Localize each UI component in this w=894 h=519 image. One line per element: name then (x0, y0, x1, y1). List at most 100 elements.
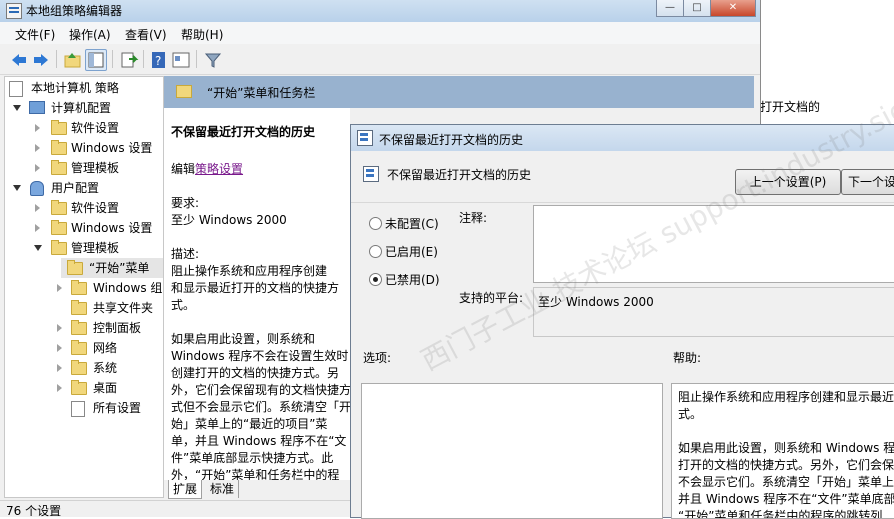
description-line: 外，“开始”菜单和任务栏中的程 (171, 468, 340, 480)
back-icon[interactable] (8, 49, 30, 71)
collapsed-arrow-icon[interactable] (57, 384, 62, 392)
previous-setting-button[interactable]: 上一个设置(P) (735, 169, 841, 195)
collapsed-arrow-icon[interactable] (35, 124, 40, 132)
toolbar-separator (143, 50, 144, 68)
title-bar: 本地组策略编辑器 — □ ✕ (0, 0, 760, 22)
radio-circle[interactable] (369, 273, 382, 286)
help-line: “开始”菜单和任务栏中的程序的跳转列 (678, 509, 883, 519)
filter-icon[interactable] (202, 49, 224, 71)
platform-field: 至少 Windows 2000 (533, 287, 894, 337)
collapsed-arrow-icon[interactable] (35, 164, 40, 172)
tree-label: 计算机配置 (51, 101, 112, 115)
platform-value: 至少 Windows 2000 (538, 295, 654, 309)
view-tabs: 扩展 标准 (164, 480, 354, 500)
edit-policy-line: 编辑策略设置 (171, 160, 243, 177)
tree-item-start-menu[interactable]: “开始”菜单 (61, 258, 163, 278)
description-line: 式但不会显示它们。系统清空「开 (171, 400, 350, 414)
help-pane[interactable]: 阻止操作系统和应用程序创建和显示最近 式。如果启用此设置，则系统和 Windows… (671, 383, 894, 519)
help-line: 式。 (678, 407, 703, 421)
tree-label: 管理模板 (71, 241, 120, 255)
description-line: 式。 (171, 298, 196, 312)
help-line: 阻止操作系统和应用程序创建和显示最近 (678, 390, 894, 404)
help-icon[interactable]: ? (148, 49, 170, 71)
dialog-window-title: 不保留最近打开文档的历史 (379, 133, 524, 147)
expanded-arrow-icon[interactable] (34, 245, 42, 251)
radio-circle[interactable] (369, 217, 382, 230)
comment-textarea[interactable] (533, 205, 894, 283)
tree-label: 管理模板 (71, 161, 120, 175)
maximize-button[interactable]: □ (683, 0, 711, 17)
tree-label: 控制面板 (93, 321, 142, 335)
menu-action[interactable]: 操作(A) (69, 26, 111, 43)
collapsed-arrow-icon[interactable] (35, 204, 40, 212)
tree-label: 软件设置 (71, 201, 120, 215)
next-setting-button[interactable]: 下一个设 (841, 169, 894, 195)
edit-prefix: 编辑 (171, 162, 196, 176)
expanded-arrow-icon[interactable] (13, 185, 21, 191)
tree-label: 本地计算机 策略 (31, 81, 119, 95)
computer-icon (29, 101, 45, 114)
collapsed-arrow-icon[interactable] (57, 284, 62, 292)
folder-icon (71, 320, 87, 335)
edit-policy-link[interactable]: 策略设置 (195, 162, 243, 176)
menu-bar: 文件(F) 操作(A) 查看(V) 帮助(H) (0, 22, 760, 44)
settings-count: 76 个设置 (6, 504, 62, 518)
description-label: 描述: (171, 247, 200, 261)
collapsed-arrow-icon[interactable] (35, 224, 40, 232)
help-line: 不会显示它们。系统清空「开始」菜单上的 (678, 475, 894, 489)
background-window: 打开文档的 (760, 0, 894, 124)
tree-label: 所有设置 (93, 401, 142, 415)
tree-label: 共享文件夹 (93, 301, 154, 315)
toolbar: ? (0, 44, 760, 75)
menu-view[interactable]: 查看(V) (125, 26, 167, 43)
folder-icon (71, 340, 87, 355)
tree-label: Windows 设置 (71, 141, 153, 155)
properties-icon[interactable] (170, 49, 192, 71)
description-line: 件”菜单底部显示快捷方式。此 (171, 451, 334, 465)
help-line: 如果启用此设置，则系统和 Windows 程序 (678, 441, 894, 455)
comment-label: 注释: (459, 211, 488, 225)
folder-icon (71, 360, 87, 375)
tree-label: 桌面 (93, 381, 118, 395)
show-hide-tree-icon[interactable] (85, 49, 107, 71)
description-line: 创建打开的文档的快捷方式。另 (171, 366, 340, 380)
folder-icon (71, 380, 87, 395)
dialog-title-bar: 不保留最近打开文档的历史 (351, 125, 894, 151)
minimize-button[interactable]: — (656, 0, 684, 17)
options-pane[interactable] (361, 383, 663, 519)
background-window-text: 打开文档的 (760, 100, 821, 114)
menu-help[interactable]: 帮助(H) (181, 26, 223, 43)
close-button[interactable]: ✕ (710, 0, 756, 17)
menu-file[interactable]: 文件(F) (15, 26, 55, 43)
options-label: 选项: (363, 351, 392, 365)
folder-icon (71, 280, 87, 295)
tab-standard[interactable]: 标准 (206, 480, 240, 498)
export-list-icon[interactable] (118, 49, 140, 71)
expanded-arrow-icon[interactable] (13, 105, 21, 111)
tab-extended[interactable]: 扩展 (168, 480, 203, 499)
radio-label: 已启用(E) (385, 245, 438, 259)
dialog-header-band: 不保留最近打开文档的历史 上一个设置(P) 下一个设 (351, 152, 894, 203)
collapsed-arrow-icon[interactable] (35, 144, 40, 152)
category-title: “开始”菜单和任务栏 (207, 86, 316, 100)
radio-label: 未配置(C) (385, 217, 439, 231)
collapsed-arrow-icon[interactable] (57, 324, 62, 332)
folder-icon (51, 220, 67, 235)
policy-icon (9, 81, 23, 97)
up-folder-icon[interactable] (62, 49, 84, 71)
requirements-value: 至少 Windows 2000 (171, 213, 287, 227)
requirements-label: 要求: (171, 196, 200, 210)
help-line: 并且 Windows 程序不在“文件”菜单底部 (678, 492, 894, 506)
folder-icon (51, 240, 67, 255)
forward-icon[interactable] (30, 49, 52, 71)
policy-tree: 本地计算机 策略 计算机配置 软件设置 Windows 设置 管理模板 用户配置 (4, 76, 164, 498)
tree-label: Windows 设置 (71, 221, 153, 235)
help-label: 帮助: (673, 351, 702, 365)
app-icon (6, 3, 22, 19)
collapsed-arrow-icon[interactable] (57, 364, 62, 372)
collapsed-arrow-icon[interactable] (57, 344, 62, 352)
folder-icon (51, 140, 67, 155)
radio-circle[interactable] (369, 245, 382, 258)
toolbar-separator (56, 50, 57, 68)
policy-dialog: 不保留最近打开文档的历史 不保留最近打开文档的历史 上一个设置(P) 下一个设 … (350, 124, 894, 519)
